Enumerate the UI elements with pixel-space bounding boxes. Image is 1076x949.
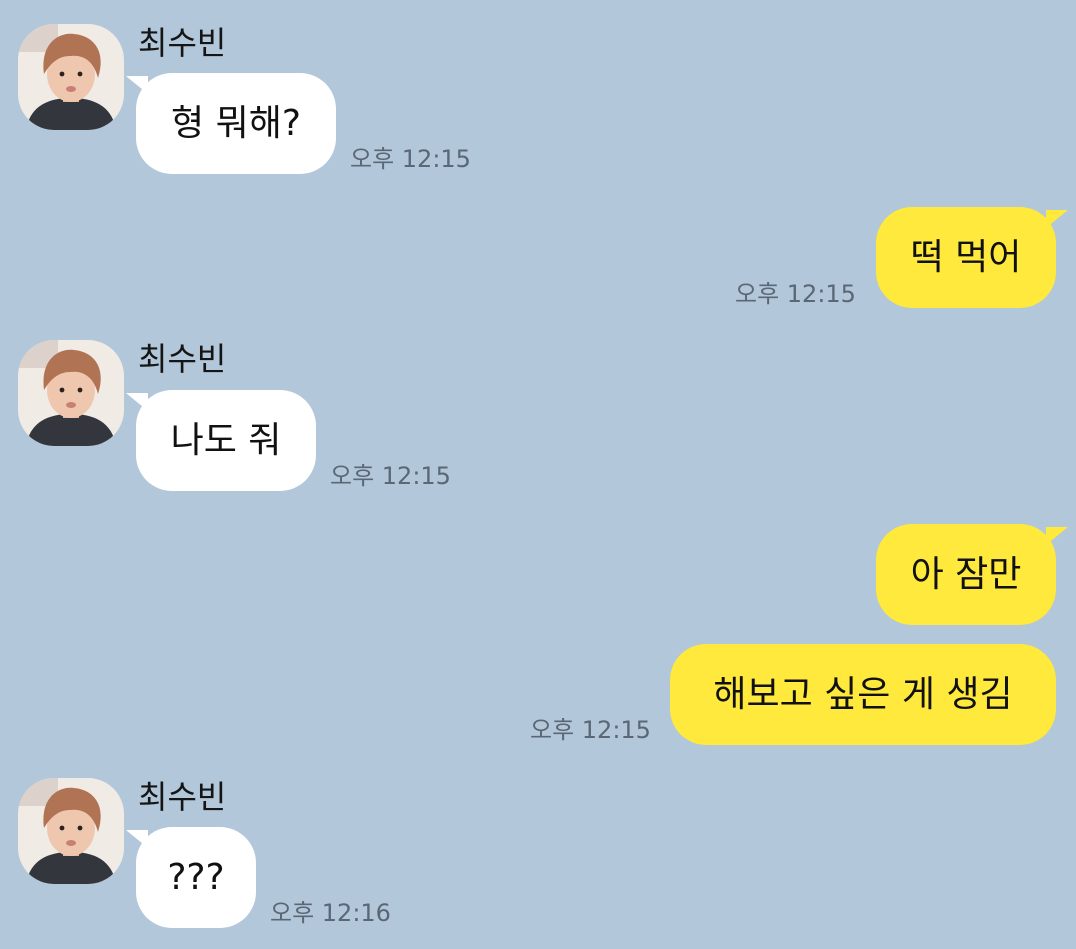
profile-photo-icon: [18, 778, 124, 884]
message-timestamp: 오후 12:15: [735, 280, 856, 308]
message-bubble[interactable]: 아 잠만: [876, 524, 1056, 625]
message-bubble[interactable]: 형 뭐해?: [136, 73, 336, 174]
sender-name: 최수빈: [138, 340, 227, 378]
message-bubble[interactable]: 나도 줘: [136, 390, 316, 491]
message-bubble[interactable]: 떡 먹어: [876, 207, 1056, 308]
message-timestamp: 오후 12:15: [330, 462, 451, 490]
sender-name: 최수빈: [138, 778, 227, 816]
sender-avatar[interactable]: [18, 24, 124, 130]
message-timestamp: 오후 12:15: [530, 716, 651, 744]
profile-photo-icon: [18, 24, 124, 130]
sender-avatar[interactable]: [18, 778, 124, 884]
bubble-tail: [1046, 210, 1068, 228]
message-bubble[interactable]: 해보고 싶은 게 생김: [670, 644, 1056, 745]
message-timestamp: 오후 12:16: [270, 899, 391, 927]
sender-avatar[interactable]: [18, 340, 124, 446]
message-bubble[interactable]: ???: [136, 827, 256, 928]
bubble-tail: [1046, 527, 1068, 545]
profile-photo-icon: [18, 340, 124, 446]
sender-name: 최수빈: [138, 24, 227, 62]
message-timestamp: 오후 12:15: [350, 145, 471, 173]
